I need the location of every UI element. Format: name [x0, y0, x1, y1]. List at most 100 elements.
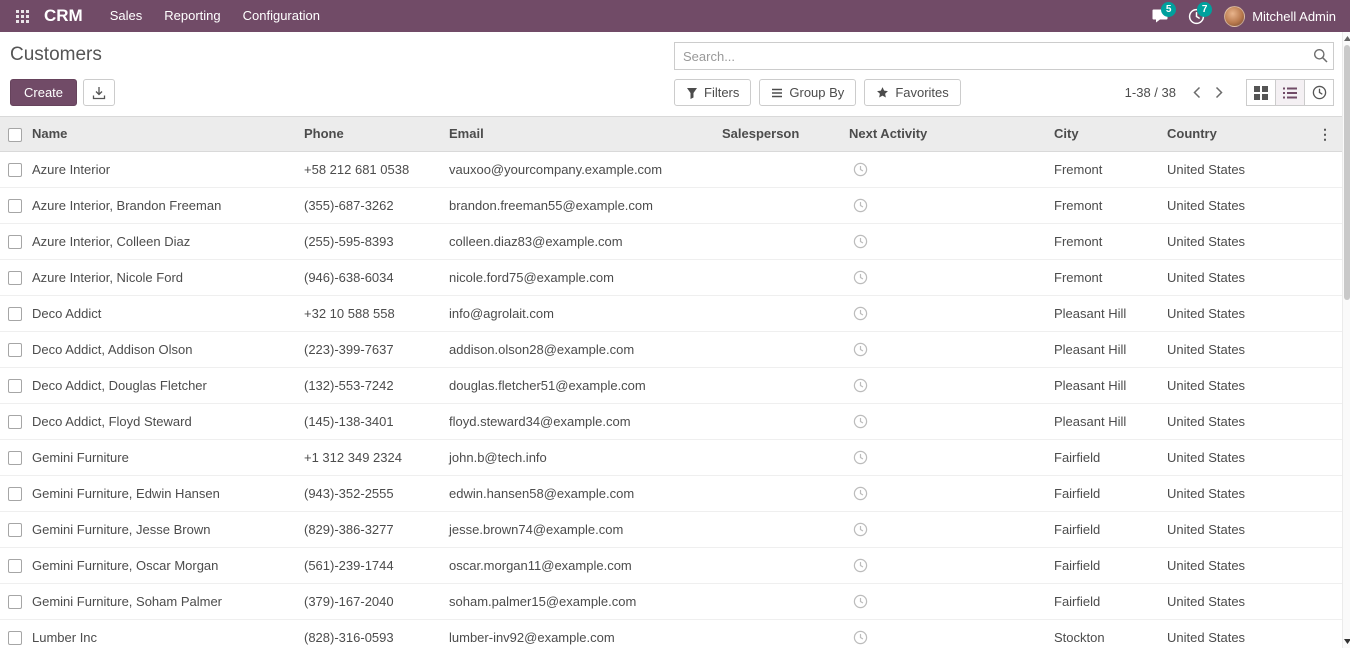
- create-button[interactable]: Create: [10, 79, 77, 106]
- column-header-name[interactable]: Name: [28, 117, 300, 152]
- search-input[interactable]: [674, 42, 1334, 70]
- cell-name[interactable]: Gemini Furniture, Edwin Hansen: [28, 475, 300, 511]
- group-by-button[interactable]: Group By: [759, 79, 856, 106]
- cell-city[interactable]: Fremont: [1050, 187, 1163, 223]
- table-row[interactable]: Azure Interior +58 212 681 0538 vauxoo@y…: [0, 151, 1342, 187]
- cell-name[interactable]: Gemini Furniture, Oscar Morgan: [28, 547, 300, 583]
- cell-city[interactable]: Pleasant Hill: [1050, 295, 1163, 331]
- cell-country[interactable]: United States: [1163, 295, 1270, 331]
- no-activity-clock-icon[interactable]: [853, 270, 868, 285]
- cell-city[interactable]: Fremont: [1050, 151, 1163, 187]
- cell-country[interactable]: United States: [1163, 367, 1270, 403]
- cell-country[interactable]: United States: [1163, 583, 1270, 619]
- cell-salesperson[interactable]: [718, 367, 845, 403]
- cell-phone[interactable]: (829)-386-3277: [300, 511, 445, 547]
- row-checkbox[interactable]: [8, 595, 22, 609]
- scroll-down-arrow-icon[interactable]: [1343, 635, 1350, 647]
- table-row[interactable]: Deco Addict, Floyd Steward (145)-138-340…: [0, 403, 1342, 439]
- row-checkbox[interactable]: [8, 163, 22, 177]
- cell-salesperson[interactable]: [718, 259, 845, 295]
- cell-name[interactable]: Lumber Inc: [28, 619, 300, 648]
- cell-city[interactable]: Fairfield: [1050, 547, 1163, 583]
- cell-name[interactable]: Gemini Furniture: [28, 439, 300, 475]
- row-checkbox[interactable]: [8, 307, 22, 321]
- column-header-country[interactable]: Country: [1163, 117, 1270, 152]
- table-row[interactable]: Azure Interior, Colleen Diaz (255)-595-8…: [0, 223, 1342, 259]
- activity-view-button[interactable]: [1304, 79, 1334, 106]
- cell-email[interactable]: floyd.steward34@example.com: [445, 403, 718, 439]
- cell-email[interactable]: jesse.brown74@example.com: [445, 511, 718, 547]
- column-header-next-activity[interactable]: Next Activity: [845, 117, 1050, 152]
- cell-phone[interactable]: +32 10 588 558: [300, 295, 445, 331]
- no-activity-clock-icon[interactable]: [853, 306, 868, 321]
- cell-email[interactable]: soham.palmer15@example.com: [445, 583, 718, 619]
- table-row[interactable]: Deco Addict +32 10 588 558 info@agrolait…: [0, 295, 1342, 331]
- cell-country[interactable]: United States: [1163, 331, 1270, 367]
- no-activity-clock-icon[interactable]: [853, 342, 868, 357]
- no-activity-clock-icon[interactable]: [853, 378, 868, 393]
- cell-name[interactable]: Deco Addict, Addison Olson: [28, 331, 300, 367]
- cell-email[interactable]: douglas.fletcher51@example.com: [445, 367, 718, 403]
- menu-reporting[interactable]: Reporting: [153, 0, 231, 32]
- cell-next-activity[interactable]: [845, 511, 1050, 547]
- pager-previous-button[interactable]: [1186, 80, 1208, 106]
- no-activity-clock-icon[interactable]: [853, 558, 868, 573]
- cell-email[interactable]: lumber-inv92@example.com: [445, 619, 718, 648]
- cell-phone[interactable]: (561)-239-1744: [300, 547, 445, 583]
- table-row[interactable]: Gemini Furniture, Soham Palmer (379)-167…: [0, 583, 1342, 619]
- cell-name[interactable]: Azure Interior, Brandon Freeman: [28, 187, 300, 223]
- cell-phone[interactable]: (379)-167-2040: [300, 583, 445, 619]
- no-activity-clock-icon[interactable]: [853, 450, 868, 465]
- cell-country[interactable]: United States: [1163, 475, 1270, 511]
- row-checkbox[interactable]: [8, 559, 22, 573]
- cell-name[interactable]: Gemini Furniture, Jesse Brown: [28, 511, 300, 547]
- table-row[interactable]: Lumber Inc (828)-316-0593 lumber-inv92@e…: [0, 619, 1342, 648]
- cell-city[interactable]: Fairfield: [1050, 475, 1163, 511]
- cell-city[interactable]: Fremont: [1050, 223, 1163, 259]
- cell-email[interactable]: oscar.morgan11@example.com: [445, 547, 718, 583]
- select-all-checkbox[interactable]: [8, 128, 22, 142]
- table-row[interactable]: Gemini Furniture, Jesse Brown (829)-386-…: [0, 511, 1342, 547]
- row-checkbox[interactable]: [8, 631, 22, 645]
- cell-country[interactable]: United States: [1163, 403, 1270, 439]
- cell-salesperson[interactable]: [718, 619, 845, 648]
- cell-phone[interactable]: (255)-595-8393: [300, 223, 445, 259]
- cell-email[interactable]: brandon.freeman55@example.com: [445, 187, 718, 223]
- cell-country[interactable]: United States: [1163, 439, 1270, 475]
- cell-city[interactable]: Pleasant Hill: [1050, 367, 1163, 403]
- cell-phone[interactable]: (355)-687-3262: [300, 187, 445, 223]
- table-row[interactable]: Gemini Furniture, Edwin Hansen (943)-352…: [0, 475, 1342, 511]
- cell-next-activity[interactable]: [845, 403, 1050, 439]
- cell-name[interactable]: Gemini Furniture, Soham Palmer: [28, 583, 300, 619]
- cell-salesperson[interactable]: [718, 583, 845, 619]
- cell-next-activity[interactable]: [845, 583, 1050, 619]
- table-row[interactable]: Deco Addict, Douglas Fletcher (132)-553-…: [0, 367, 1342, 403]
- cell-email[interactable]: vauxoo@yourcompany.example.com: [445, 151, 718, 187]
- cell-next-activity[interactable]: [845, 151, 1050, 187]
- messages-menu[interactable]: 5: [1142, 0, 1178, 32]
- cell-next-activity[interactable]: [845, 367, 1050, 403]
- cell-country[interactable]: United States: [1163, 151, 1270, 187]
- no-activity-clock-icon[interactable]: [853, 630, 868, 645]
- cell-phone[interactable]: (223)-399-7637: [300, 331, 445, 367]
- menu-sales[interactable]: Sales: [99, 0, 154, 32]
- table-row[interactable]: Azure Interior, Nicole Ford (946)-638-60…: [0, 259, 1342, 295]
- cell-email[interactable]: addison.olson28@example.com: [445, 331, 718, 367]
- no-activity-clock-icon[interactable]: [853, 234, 868, 249]
- cell-next-activity[interactable]: [845, 475, 1050, 511]
- cell-phone[interactable]: (946)-638-6034: [300, 259, 445, 295]
- export-button[interactable]: [83, 79, 115, 106]
- cell-name[interactable]: Deco Addict: [28, 295, 300, 331]
- favorites-button[interactable]: Favorites: [864, 79, 960, 106]
- cell-country[interactable]: United States: [1163, 187, 1270, 223]
- cell-next-activity[interactable]: [845, 439, 1050, 475]
- cell-city[interactable]: Fremont: [1050, 259, 1163, 295]
- row-checkbox[interactable]: [8, 487, 22, 501]
- row-checkbox[interactable]: [8, 379, 22, 393]
- table-row[interactable]: Azure Interior, Brandon Freeman (355)-68…: [0, 187, 1342, 223]
- no-activity-clock-icon[interactable]: [853, 486, 868, 501]
- cell-name[interactable]: Deco Addict, Floyd Steward: [28, 403, 300, 439]
- search-icon[interactable]: [1313, 48, 1328, 66]
- no-activity-clock-icon[interactable]: [853, 414, 868, 429]
- column-header-city[interactable]: City: [1050, 117, 1163, 152]
